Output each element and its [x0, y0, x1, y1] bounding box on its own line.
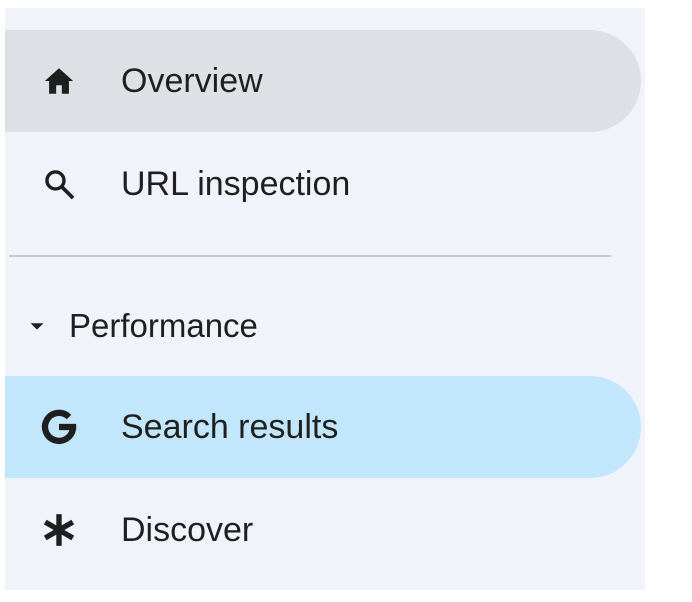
nav-item-url-inspection[interactable]: URL inspection: [5, 133, 641, 235]
nav-item-label: URL inspection: [121, 164, 351, 203]
nav-divider: [9, 255, 611, 257]
nav-item-discover[interactable]: Discover: [5, 479, 641, 581]
google-g-icon: [35, 403, 83, 451]
asterisk-icon: [35, 506, 83, 554]
nav-item-label: Search results: [121, 407, 339, 446]
section-title: Performance: [69, 307, 258, 344]
nav-item-label: Overview: [121, 61, 263, 100]
search-icon: [35, 160, 83, 208]
nav-item-overview[interactable]: Overview: [5, 30, 641, 132]
home-icon: [35, 57, 83, 105]
caret-down-icon: [25, 314, 49, 338]
nav-item-label: Discover: [121, 510, 254, 549]
navigation-sidebar: Overview URL inspection Performance Sear…: [5, 8, 645, 590]
nav-item-search-results[interactable]: Search results: [5, 376, 641, 478]
section-header-performance[interactable]: Performance: [5, 298, 641, 354]
